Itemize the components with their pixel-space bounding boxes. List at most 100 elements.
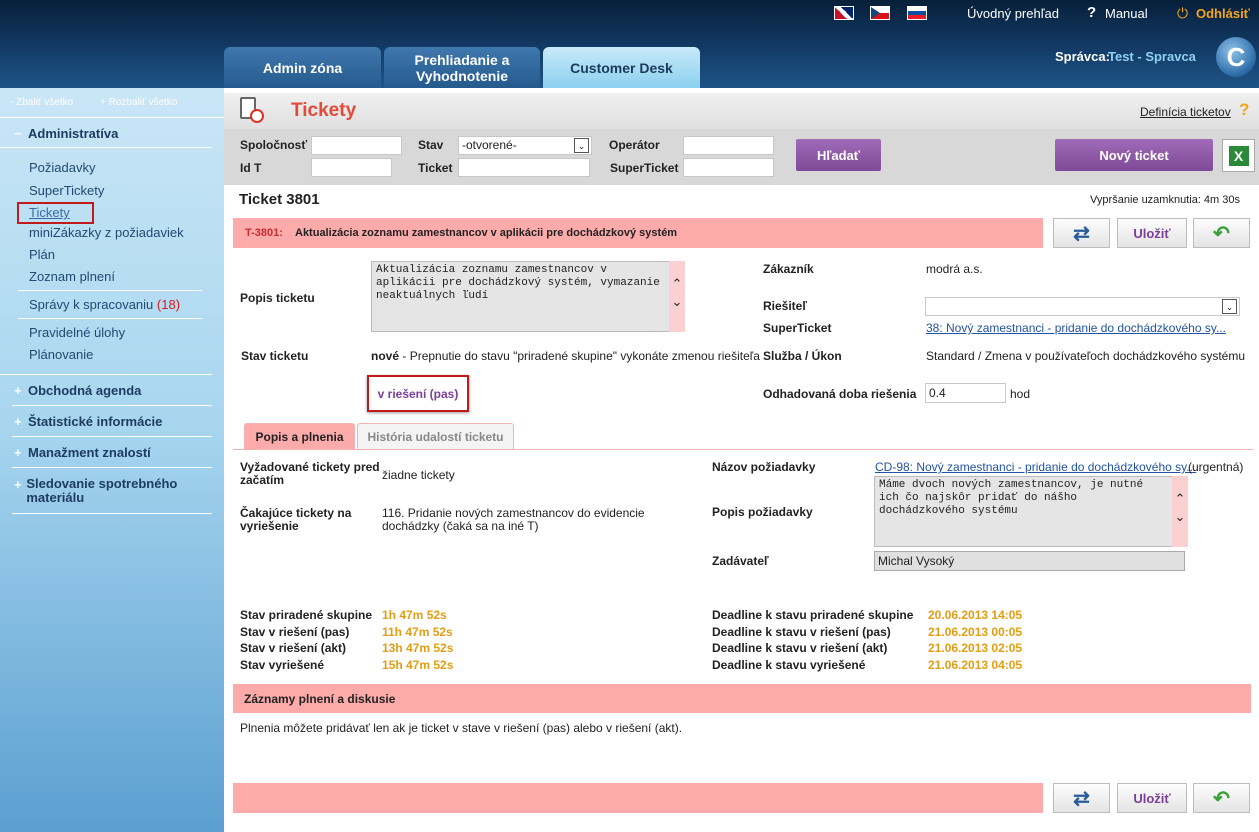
company-input[interactable] <box>311 136 402 155</box>
sidebar-item-planovanie[interactable]: Plánovanie <box>29 347 93 362</box>
excel-export-button[interactable]: X <box>1222 139 1255 172</box>
superticket-link[interactable]: 38: Nový zamestnanci - pridanie do dochá… <box>926 321 1226 335</box>
customer-value: modrá a.s. <box>926 262 983 276</box>
tab-customer-desk[interactable]: Customer Desk <box>543 47 700 88</box>
refresh-icon: ⇄ <box>1073 222 1090 245</box>
save-button-bottom[interactable]: Uložiť <box>1117 783 1187 813</box>
req-desc-textarea[interactable]: Máme dvoch nových zamestnancov, je nutné… <box>874 476 1174 547</box>
section-sledovanie[interactable]: + Sledovanie spotrebného materiálu <box>14 477 204 505</box>
waiting-label: Čakajúce tickety na vyriešenie <box>240 506 352 533</box>
operator-input[interactable] <box>683 136 774 155</box>
tab-prehliadanie[interactable]: Prehliadanie a Vyhodnotenie <box>384 47 540 88</box>
records-title: Záznamy plnení a diskusie <box>244 692 396 706</box>
solver-label: Riešiteľ <box>763 299 807 313</box>
app-logo: C <box>1216 37 1256 77</box>
sidebar-item-tickety[interactable]: Tickety <box>29 205 70 220</box>
refresh-button-bottom[interactable]: ⇄ <box>1053 783 1110 813</box>
state-select[interactable]: -otvorené- ⌄ <box>458 136 592 155</box>
back-button[interactable]: ↶ <box>1193 218 1250 248</box>
service-label: Služba / Úkon <box>763 349 842 363</box>
power-icon: ⏻ <box>1177 5 1189 21</box>
req-name-link[interactable]: CD-98: Nový zamestnanci - pridanie do do… <box>875 460 1196 474</box>
admin-label: Správca: <box>1055 49 1110 64</box>
spravy-count-badge: (18) <box>156 297 181 312</box>
waiting-value: 116. Pridanie nových zamestnancov do evi… <box>382 506 645 533</box>
section-statisticke-informacie[interactable]: + Štatistické informácie <box>14 414 162 429</box>
save-button[interactable]: Uložiť <box>1117 218 1187 248</box>
company-label: Spoločnosť <box>240 138 308 152</box>
excel-icon: X <box>1228 145 1249 166</box>
state-info: nové - Prepnutie do stavu "priradené sku… <box>371 349 760 363</box>
chevron-down-icon: ⌄ <box>1222 299 1237 314</box>
state-change-button[interactable]: v riešení (pas) <box>367 375 469 412</box>
ticket-label: Ticket <box>418 161 453 175</box>
time-values: 1h 47m 52s 11h 47m 52s 13h 47m 52s 15h 47m … <box>382 608 454 672</box>
deadline-labels: Deadline k stavu priradené skupine Deadli… <box>712 608 914 672</box>
tab-popis-plnenia[interactable]: Popis a plnenia <box>244 423 355 449</box>
superticket-label: SuperTicket <box>610 161 679 175</box>
section-obchodna-agenda[interactable]: + Obchodná agenda <box>14 383 141 398</box>
back-button-bottom[interactable]: ↶ <box>1193 783 1250 813</box>
tab-admin-zona[interactable]: Admin zóna <box>224 47 381 88</box>
new-ticket-button[interactable]: Nový ticket <box>1055 139 1213 171</box>
superticket-input[interactable] <box>683 158 774 177</box>
uk-flag-icon[interactable] <box>834 6 854 20</box>
clock-icon <box>250 109 264 123</box>
section-administrativa[interactable]: − Administratíva <box>14 126 118 141</box>
help-icon: ? <box>1087 4 1097 21</box>
estimate-input[interactable]: 0.4 <box>925 383 1006 403</box>
sidebar-item-supertickety[interactable]: SuperTickety <box>29 183 104 198</box>
time-labels: Stav priradené skupine Stav v riešení (pa… <box>240 608 373 672</box>
sidebar-item-plan[interactable]: Plán <box>29 247 55 262</box>
deadline-values: 20.06.2013 14:05 21.06.2013 00:05 21.06.20… <box>928 608 1023 672</box>
sidebar-item-zoznam-plneni[interactable]: Zoznam plnení <box>29 269 115 284</box>
bottom-bar <box>233 783 1043 813</box>
sidebar-item-poziadavky[interactable]: Požiadavky <box>29 160 95 175</box>
id-label: Id T <box>240 161 262 175</box>
req-urgency: (urgentná) <box>1188 460 1244 474</box>
ticket-code: T-3801: <box>245 227 283 239</box>
sidebar-item-pravidelne-ulohy[interactable]: Pravidelné úlohy <box>29 325 125 340</box>
desc-scrollbar[interactable]: ⌃ ⌄ <box>669 261 685 332</box>
state-label: Stav <box>418 138 444 152</box>
estimate-label: Odhadovaná doba riešenia <box>763 387 917 401</box>
req-desc-label: Popis požiadavky <box>712 505 813 519</box>
admin-user: Test - Spravca <box>1108 49 1196 64</box>
logout-link[interactable]: Odhlásiť <box>1196 6 1250 21</box>
desc-label: Popis ticketu <box>240 291 315 305</box>
req-name-label: Názov požiadavky <box>712 460 816 474</box>
tab-historia[interactable]: História udalostí ticketu <box>357 423 514 449</box>
lock-expiry: Vypršanie uzamknutia: 4m 30s <box>1090 194 1240 206</box>
required-label: Vyžadované tickety pred začatím <box>240 460 380 487</box>
operator-label: Operátor <box>609 138 660 152</box>
sidebar <box>0 88 224 832</box>
sk-flag-icon[interactable] <box>907 6 927 20</box>
cz-flag-icon[interactable] <box>870 6 890 20</box>
home-link[interactable]: Úvodný prehľad <box>967 6 1059 21</box>
collapse-all-link[interactable]: - Zbaliť všetko <box>10 97 73 108</box>
refresh-button[interactable]: ⇄ <box>1053 218 1110 248</box>
sidebar-item-minizakazky[interactable]: miniZákazky z požiadaviek <box>29 225 184 240</box>
estimate-unit: hod <box>1010 387 1031 401</box>
back-arrow-icon: ↶ <box>1213 787 1230 810</box>
page-title: Tickety <box>291 100 357 121</box>
required-value: žiadne tickety <box>382 468 455 482</box>
expand-all-link[interactable]: + Rozbaliť všetko <box>100 97 177 108</box>
ticket-input[interactable] <box>458 158 590 177</box>
requester-field: Michal Vysoký <box>874 551 1185 571</box>
help-icon[interactable]: ? <box>1239 100 1249 120</box>
ticket-heading: Ticket 3801 <box>239 191 320 208</box>
id-input[interactable] <box>311 158 392 177</box>
manual-link[interactable]: Manual <box>1105 6 1148 21</box>
chevron-down-icon: ⌄ <box>574 138 589 153</box>
search-button[interactable]: Hľadať <box>796 139 881 171</box>
req-desc-scrollbar[interactable]: ⌃ ⌄ <box>1172 476 1188 547</box>
sidebar-item-spravy[interactable]: Správy k spracovaniu (18) <box>29 297 180 312</box>
solver-select[interactable]: ⌄ <box>925 297 1240 316</box>
ticket-name: Aktualizácia zoznamu zamestnancov v apli… <box>295 227 678 239</box>
page-header <box>224 93 1259 129</box>
section-manazment-znalosti[interactable]: + Manažment znalostí <box>14 445 151 460</box>
definition-link[interactable]: Definícia ticketov <box>1140 105 1231 119</box>
desc-textarea[interactable]: Aktualizácia zoznamu zamestnancov v apli… <box>371 261 671 332</box>
records-note: Plnenia môžete pridávať len ak je ticket… <box>240 721 683 735</box>
